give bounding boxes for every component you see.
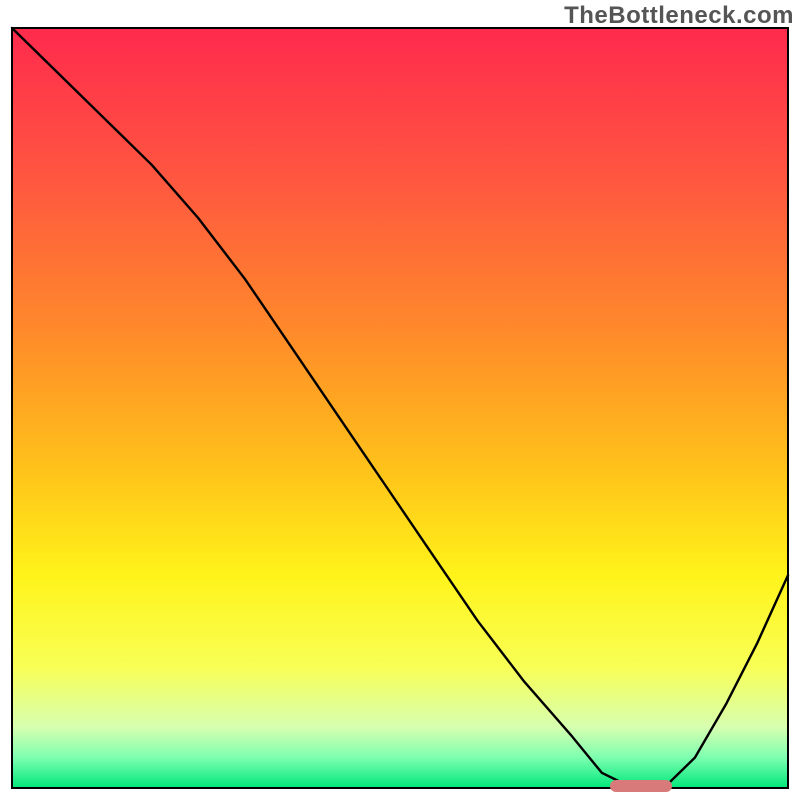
chart-svg	[0, 0, 800, 800]
optimal-range-marker	[610, 780, 672, 792]
watermark-text: TheBottleneck.com	[564, 2, 794, 30]
bottleneck-chart: TheBottleneck.com	[0, 0, 800, 800]
